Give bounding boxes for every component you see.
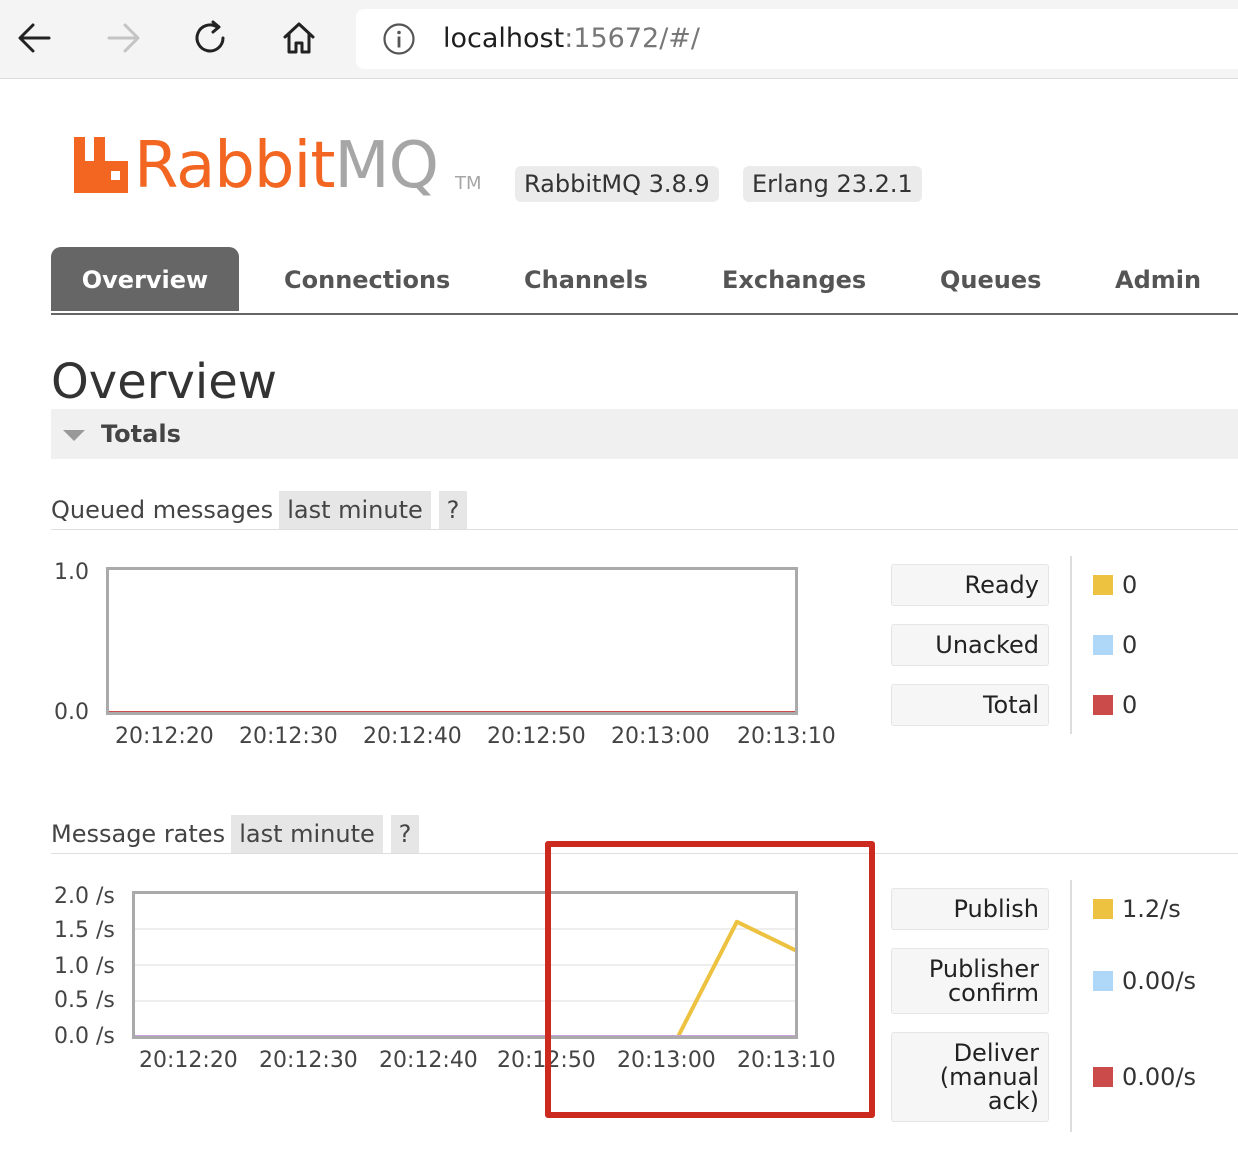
rates-y-tick-label: 0.5 /s xyxy=(54,988,115,1013)
erlang-version-badge: Erlang 23.2.1 xyxy=(743,166,922,202)
queued-messages-label: Queued messages xyxy=(51,496,274,524)
logo-rabbit: Rabbit xyxy=(134,129,335,203)
page-title: Overview xyxy=(51,354,277,410)
legend-publish-value: 1.2/s xyxy=(1122,895,1181,923)
rates-x-tick-label: 20:12:40 xyxy=(379,1048,478,1073)
queued-x-tick-label: 20:12:40 xyxy=(363,724,462,749)
collapse-triangle-icon[interactable] xyxy=(63,430,85,441)
rates-x-tick-label: 20:12:30 xyxy=(259,1048,358,1073)
legend-deliver-manual-ack-button[interactable]: Deliver (manual ack) xyxy=(891,1032,1049,1122)
legend-total-value: 0 xyxy=(1122,691,1138,719)
queued-messages-chart xyxy=(106,567,798,715)
legend-publisher-confirm-value: 0.00/s xyxy=(1122,967,1197,995)
totals-section-header[interactable]: Totals xyxy=(51,409,1238,459)
tab-admin[interactable]: Admin xyxy=(1115,247,1201,311)
rates-x-tick-label: 20:12:20 xyxy=(139,1048,238,1073)
tab-channels[interactable]: Channels xyxy=(524,247,648,311)
legend-unacked-swatch xyxy=(1093,635,1113,655)
legend-publish-button[interactable]: Publish xyxy=(891,888,1049,930)
back-arrow-icon[interactable] xyxy=(15,18,55,58)
rabbitmq-version-badge: RabbitMQ 3.8.9 xyxy=(515,166,719,202)
section-divider xyxy=(51,529,1238,530)
legend-ready-button[interactable]: Ready xyxy=(891,564,1049,606)
rates-x-tick-label: 20:13:10 xyxy=(737,1048,836,1073)
totals-label: Totals xyxy=(101,420,181,448)
queued-x-tick-label: 20:12:30 xyxy=(239,724,338,749)
url-text[interactable]: localhost:15672/#/ xyxy=(443,23,700,55)
legend-total-swatch xyxy=(1093,695,1113,715)
legend-divider xyxy=(1070,880,1072,1132)
logo-mq: MQ xyxy=(334,129,439,203)
message-rates-label: Message rates xyxy=(51,820,226,848)
address-bar[interactable]: localhost:15672/#/ xyxy=(356,9,1238,69)
legend-publisher-confirm-swatch xyxy=(1093,971,1113,991)
rates-range-button[interactable]: last minute xyxy=(231,815,383,853)
legend-deliver-value: 0.00/s xyxy=(1122,1063,1197,1091)
legend-total-button[interactable]: Total xyxy=(891,684,1049,726)
logo-wordmark: RabbitMQ xyxy=(134,129,439,203)
browser-toolbar: localhost:15672/#/ xyxy=(0,0,1238,79)
rates-y-tick-label: 2.0 /s xyxy=(54,884,115,909)
queued-help-button[interactable]: ? xyxy=(439,491,467,529)
legend-ready-swatch xyxy=(1093,575,1113,595)
chart-background xyxy=(106,567,798,715)
queued-x-tick-label: 20:12:20 xyxy=(115,724,214,749)
legend-unacked-value: 0 xyxy=(1122,631,1138,659)
rates-x-tick-label: 20:12:50 xyxy=(497,1048,596,1073)
rates-help-button[interactable]: ? xyxy=(391,815,419,853)
queued-x-tick-label: 20:13:00 xyxy=(611,724,710,749)
rates-y-tick-label: 0.0 /s xyxy=(54,1024,115,1049)
queued-x-tick-label: 20:12:50 xyxy=(487,724,586,749)
rabbitmq-logo-icon xyxy=(74,137,128,193)
tab-exchanges[interactable]: Exchanges xyxy=(722,247,866,311)
rates-x-tick-label: 20:13:00 xyxy=(617,1048,716,1073)
legend-publish-swatch xyxy=(1093,899,1113,919)
queued-x-tick-label: 20:13:10 xyxy=(737,724,836,749)
url-path: :15672/#/ xyxy=(564,23,701,54)
tab-overview[interactable]: Overview xyxy=(51,247,239,311)
legend-divider xyxy=(1070,556,1072,734)
rates-y-tick-label: 1.5 /s xyxy=(54,918,115,943)
forward-arrow-icon[interactable] xyxy=(103,18,143,58)
legend-ready-value: 0 xyxy=(1122,571,1138,599)
url-host: localhost xyxy=(443,23,565,54)
main-nav-tabs: Overview Connections Channels Exchanges … xyxy=(51,247,1238,315)
rates-y-tick-label: 1.0 /s xyxy=(54,954,115,979)
message-rates-chart xyxy=(132,891,798,1039)
queued-y-tick-label: 1.0 xyxy=(54,560,89,585)
info-icon[interactable] xyxy=(382,22,416,56)
tab-queues[interactable]: Queues xyxy=(940,247,1041,311)
queued-y-tick-label: 0.0 xyxy=(54,700,89,725)
legend-publisher-confirm-button[interactable]: Publisher confirm xyxy=(891,948,1049,1014)
reload-icon[interactable] xyxy=(190,18,230,58)
section-divider xyxy=(51,853,1238,854)
queued-range-button[interactable]: last minute xyxy=(279,491,431,529)
legend-deliver-swatch xyxy=(1093,1067,1113,1087)
tab-connections[interactable]: Connections xyxy=(284,247,450,311)
home-icon[interactable] xyxy=(279,18,319,58)
logo-trademark: TM xyxy=(455,173,482,194)
rabbitmq-logo[interactable]: RabbitMQ TM xyxy=(74,131,494,201)
legend-unacked-button[interactable]: Unacked xyxy=(891,624,1049,666)
